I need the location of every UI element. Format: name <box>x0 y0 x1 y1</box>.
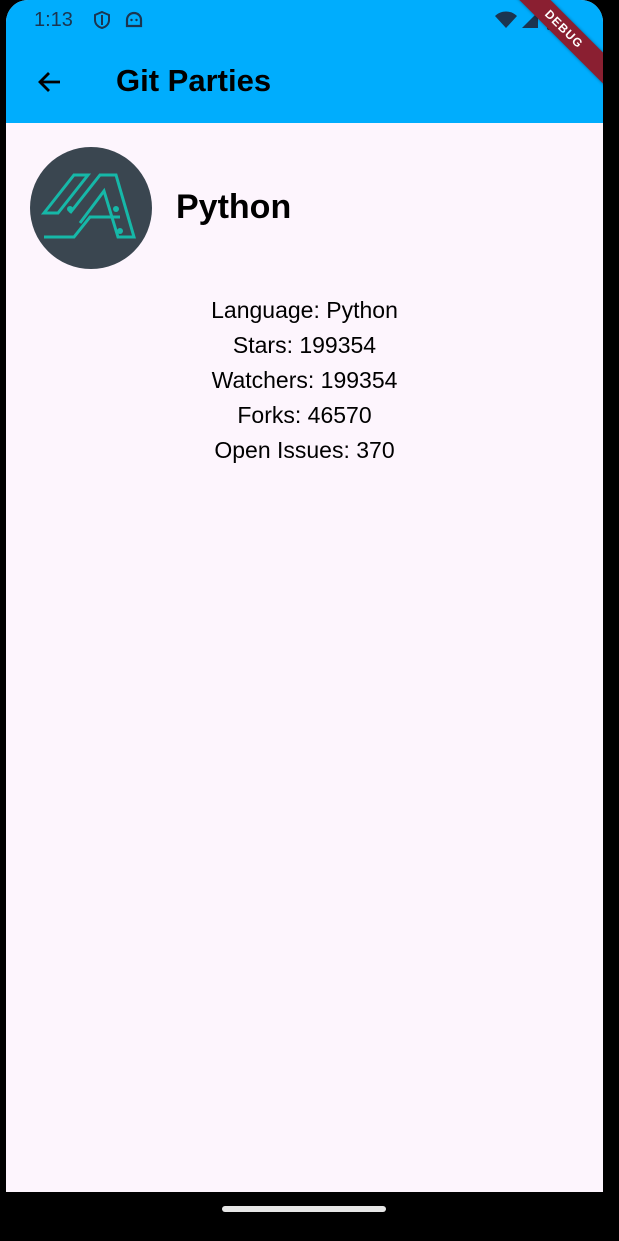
android-robot-icon <box>124 10 144 30</box>
back-button[interactable] <box>28 60 72 104</box>
repo-detail-content: Python Language: Python Stars: 199354 Wa… <box>6 123 603 1192</box>
app-bar: Git Parties <box>6 40 603 123</box>
repo-name: Python <box>176 188 292 226</box>
repo-logo-icon <box>40 173 136 239</box>
detail-language: Language: Python <box>211 297 398 323</box>
detail-stars: Stars: 199354 <box>232 332 377 358</box>
home-indicator[interactable] <box>222 1206 386 1212</box>
wifi-icon <box>494 10 518 30</box>
detail-forks: Forks: 46570 <box>237 402 372 428</box>
repo-avatar <box>30 147 152 269</box>
detail-open-issues: Open Issues: 370 <box>214 437 395 463</box>
app-title: Git Parties <box>116 63 272 98</box>
detail-watchers: Watchers: 199354 <box>211 367 398 393</box>
phone-screen: 1:13 Git Parties DEBUG Python Language: … <box>6 0 603 1192</box>
arrow-back-icon <box>38 72 60 92</box>
repo-details: Language: Python Stars: 199354 Watchers:… <box>6 293 603 468</box>
status-bar: 1:13 <box>6 0 603 40</box>
status-time: 1:13 <box>34 9 73 31</box>
shield-icon <box>92 10 112 30</box>
